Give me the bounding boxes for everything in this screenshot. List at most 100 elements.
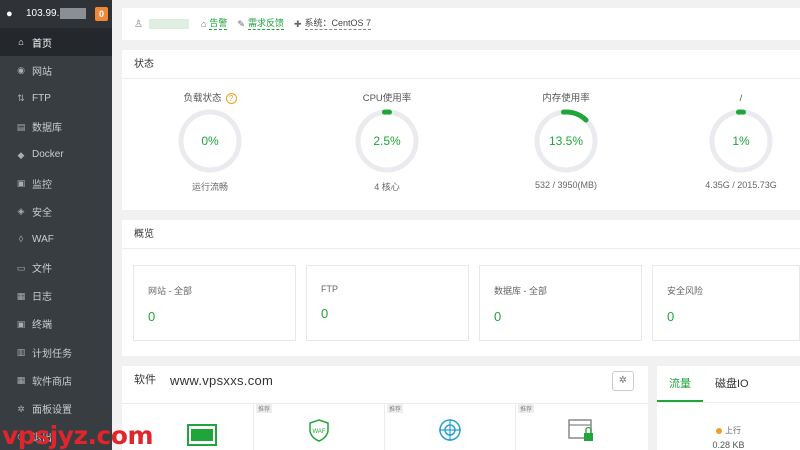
upload-value: 0.28 KB	[712, 440, 745, 450]
globe-icon: ◉	[17, 65, 25, 76]
sidebar-item-label: FTP	[32, 92, 51, 104]
sidebar-item-6[interactable]: ◈ 安全	[0, 197, 112, 225]
upload-legend: 上行	[657, 425, 800, 436]
gauge-title: /	[739, 93, 743, 104]
sidebar-item-7[interactable]: ◊ WAF	[0, 225, 112, 253]
gauge-ring: 13.5%	[534, 109, 598, 173]
overlay-watermark: vpsjyz.com	[2, 421, 154, 450]
sidebar-item-label: 终端	[32, 320, 52, 332]
gauge-title: CPU使用率	[362, 93, 412, 104]
svg-text:WAF: WAF	[312, 429, 325, 435]
sidebar-item-8[interactable]: ▭ 文件	[0, 254, 112, 282]
gauge-1[interactable]: CPU使用率 2.5% 4 核心	[327, 92, 447, 193]
home-icon: ⌂	[18, 37, 24, 48]
user-icon: ♙	[134, 18, 143, 30]
sidebar-item-5[interactable]: ▣ 监控	[0, 169, 112, 197]
server-header[interactable]: ● 103.99. 0	[0, 0, 112, 28]
sidebar-item-label: Docker	[32, 149, 64, 161]
overview-card[interactable]: 数据库 - 全部 0	[479, 265, 642, 341]
notification-badge[interactable]: 0	[95, 7, 108, 21]
terminal-app-icon	[187, 424, 217, 446]
sidebar-item-12[interactable]: ▦ 软件商店	[0, 366, 112, 394]
gauge-value: 0%	[201, 134, 219, 148]
overview-card[interactable]: 安全风险 0	[652, 265, 800, 341]
gauge-subtitle: 4.35G / 2015.73G	[705, 180, 777, 190]
sidebar-item-2[interactable]: ⇅ FTP	[0, 84, 112, 112]
sidebar-item-9[interactable]: ▦ 日志	[0, 282, 112, 310]
software-item-monitor[interactable]: 推荐	[385, 403, 516, 450]
sidebar-item-4[interactable]: ◆ Docker	[0, 141, 112, 169]
gauge-subtitle: 532 / 3950(MB)	[534, 180, 598, 190]
browser-lock-icon	[568, 419, 593, 441]
gauge-0[interactable]: 负载状态? 0% 运行流畅	[150, 92, 270, 193]
gauge-value: 1%	[732, 134, 750, 148]
gauge-title: 内存使用率	[542, 93, 590, 104]
sidebar-item-11[interactable]: ▥ 计划任务	[0, 338, 112, 366]
waf-icon: ◊	[18, 234, 24, 245]
gauge-value: 13.5%	[549, 134, 583, 148]
top-bar: ♙ ⌂ 告警 ✎ 需求反馈 ✚ 系统：CentOS 7	[122, 8, 800, 40]
software-item-waf[interactable]: 推荐 WAF	[254, 403, 385, 450]
sidebar-item-label: 计划任务	[32, 348, 72, 360]
terminal-icon: ▣	[16, 318, 26, 329]
traffic-panel: 流量 磁盘IO 上行 0.28 KB	[657, 366, 800, 450]
tab-disk-io[interactable]: 磁盘IO	[703, 366, 761, 402]
sidebar-item-3[interactable]: ▤ 数据库	[0, 113, 112, 141]
overview-title: 概览	[122, 220, 800, 249]
sidebar-item-1[interactable]: ◉ 网站	[0, 56, 112, 84]
tab-traffic[interactable]: 流量	[657, 366, 703, 402]
alarm-icon: ⌂	[200, 19, 207, 29]
sidebar-item-label: 首页	[32, 38, 52, 50]
gauge-ring: 0%	[178, 109, 242, 173]
server-ip: 103.99.	[26, 8, 87, 20]
feedback-link[interactable]: ✎ 需求反馈	[237, 18, 284, 30]
username	[148, 19, 189, 29]
calendar-icon: ▥	[16, 347, 26, 358]
gauge-ring: 2.5%	[355, 109, 419, 173]
overview-card-label: 网站 - 全部	[148, 286, 192, 296]
recommend-tag: 推荐	[518, 404, 535, 413]
database-icon: ▤	[16, 121, 26, 132]
software-title: 软件	[134, 374, 156, 386]
system-info-link[interactable]: ✚ 系统：CentOS 7	[293, 18, 372, 30]
log-icon: ▦	[16, 290, 26, 301]
gauge-3[interactable]: / 1% 4.35G / 2015.73G	[681, 92, 800, 190]
sidebar-item-label: 日志	[32, 292, 52, 304]
sidebar-item-13[interactable]: ✲ 面板设置	[0, 394, 112, 422]
overview-card[interactable]: 网站 - 全部 0	[133, 265, 296, 341]
traffic-tabs: 流量 磁盘IO	[657, 366, 800, 403]
system-icon: ✚	[293, 18, 302, 29]
sidebar-item-label: 软件商店	[32, 376, 72, 388]
sidebar-item-label: WAF	[32, 233, 54, 245]
gauge-subtitle: 4 核心	[374, 182, 400, 192]
gauge-title: 负载状态	[183, 93, 222, 104]
overview-card[interactable]: FTP 0	[306, 265, 469, 341]
status-panel: 状态 负载状态? 0% 运行流畅 CPU使用率 2.5% 4 核心 内存使用率 13.5% 53…	[122, 50, 800, 210]
overview-card-value: 0	[667, 309, 675, 324]
overview-card-label: 安全风险	[667, 286, 704, 296]
site-watermark: www.vpsxxs.com	[170, 373, 274, 388]
sidebar-item-0[interactable]: ⌂ 首页	[0, 28, 112, 57]
gauge-value: 2.5%	[373, 134, 401, 148]
sidebar-item-10[interactable]: ▣ 终端	[0, 310, 112, 338]
software-settings-button[interactable]: ✲	[612, 370, 634, 391]
help-icon[interactable]: ?	[225, 92, 237, 104]
overview-card-value: 0	[494, 309, 502, 324]
sidebar-item-label: 面板设置	[32, 405, 72, 417]
gauge-2[interactable]: 内存使用率 13.5% 532 / 3950(MB)	[506, 92, 626, 190]
software-item-secure-browser[interactable]: 推荐	[516, 403, 648, 450]
gear-icon: ✲	[17, 403, 25, 414]
sidebar-item-label: 监控	[32, 179, 52, 191]
sidebar-item-label: 安全	[32, 207, 52, 219]
alert-link[interactable]: ⌂ 告警	[200, 18, 228, 30]
software-panel: 软件 www.vpsxxs.com ✲ 推荐 WAF 推荐 推荐	[122, 366, 648, 450]
waf-shield-icon: WAF	[309, 419, 329, 442]
ftp-icon: ⇅	[17, 93, 25, 104]
target-icon	[439, 419, 461, 441]
monitor-icon: ▣	[16, 178, 26, 189]
linux-icon: ●	[6, 8, 13, 20]
upload-dot-icon	[716, 427, 722, 434]
edit-icon: ✎	[237, 18, 245, 29]
folder-icon: ▭	[16, 262, 26, 273]
status-title: 状态	[122, 50, 800, 79]
